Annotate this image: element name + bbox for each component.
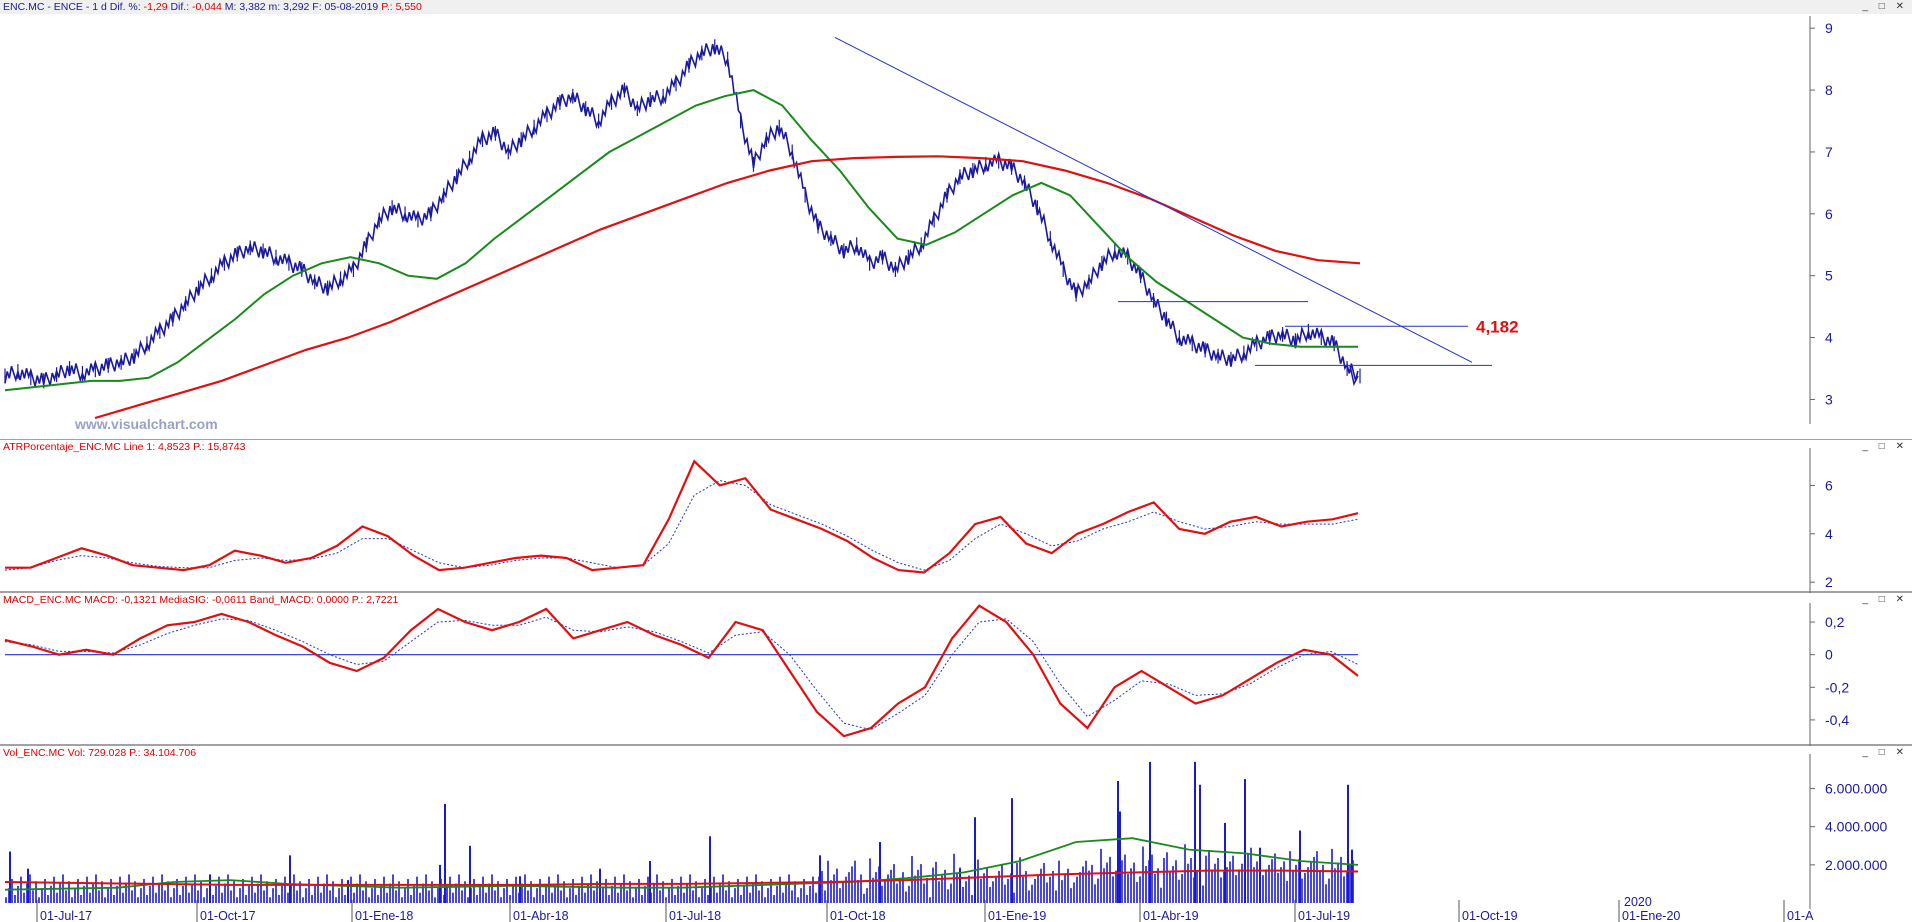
atr-y-tick-label: 2: [1825, 574, 1833, 590]
atr-y-tick-label: 6: [1825, 477, 1833, 493]
price-y-tick-label: 4: [1825, 330, 1833, 346]
macd-y-tick-label: 0,2: [1825, 614, 1845, 630]
x-tick-label: 01-Abr-19: [1143, 909, 1199, 922]
downtrend-line: [834, 37, 1473, 363]
price-y-tick-label: 6: [1825, 206, 1833, 222]
vol-y-tick-label: 2.000.000: [1825, 857, 1887, 873]
price-y-tick-label: 8: [1825, 82, 1833, 98]
macd-chart: 0,20-0,2-0,4-0,6: [0, 603, 1912, 746]
vol-y-tick-label: 6.000.000: [1825, 781, 1887, 797]
x-tick-label: 01-Ene-19: [988, 909, 1046, 922]
sma-slow-line: [94, 155, 1361, 420]
volume-chart: 2.000.000 4.000.000 6.000.000 01-Jul-17 01-O…: [4, 754, 1887, 922]
watermark: www.visualchart.com: [74, 416, 218, 432]
sma-fast-line: [4, 89, 1358, 392]
x-tick-label: 01-A: [1787, 909, 1814, 922]
price-y-tick-label: 7: [1825, 144, 1833, 160]
macd-y-tick-label: 0: [1825, 647, 1833, 663]
macd-signal-line: [4, 616, 1359, 731]
level-annotation: 4,182: [1476, 317, 1519, 336]
atr-signal-line: [4, 480, 1359, 571]
x-tick-label: 01-Ene-20: [1622, 909, 1680, 922]
year-label: 2020: [1624, 895, 1652, 909]
x-tick-label: 01-Oct-19: [1462, 909, 1518, 922]
price-y-tick-label: 3: [1825, 391, 1833, 407]
atr-y-tick-label: 4: [1825, 526, 1833, 542]
macd-line: [4, 604, 1359, 738]
atr-chart: 2 4 6: [0, 448, 1912, 593]
atr-pane: ATRPorcentaje_ENC.MC Line 1: 4,8523 P.: …: [0, 440, 1912, 593]
price-y-tick-label: 5: [1825, 268, 1833, 284]
x-tick-label: 01-Ene-18: [355, 909, 413, 922]
price-y-tick-label: 9: [1825, 20, 1833, 36]
x-tick-label: 01-Jul-19: [1298, 909, 1350, 922]
atr-line: [5, 459, 1359, 574]
price-series: [4, 43, 1359, 387]
price-chart: 3 4 5 6 7 8 9 4,182 www.visualchart.com: [0, 16, 1912, 441]
x-tick-label: 01-Jul-18: [669, 909, 721, 922]
x-tick-label: 01-Abr-18: [513, 909, 569, 922]
macd-pane: MACD_ENC.MC MACD: -0,1321 MediaSIG: -0,0…: [0, 593, 1912, 746]
x-tick-label: 01-Oct-17: [200, 909, 256, 922]
macd-y-tick-label: -0,4: [1825, 712, 1849, 728]
volume-pane: Vol_ENC.MC Vol: 729.028 P.: 34.104.706 _…: [0, 746, 1912, 922]
vol-y-tick-label: 4.000.000: [1825, 819, 1887, 835]
x-tick-label: 01-Jul-17: [40, 909, 92, 922]
x-tick-label: 01-Oct-18: [830, 909, 886, 922]
price-pane: ENC.MC - ENCE - 1 d Dif. %: -1,29 Dif.: …: [0, 0, 1912, 447]
macd-y-tick-label: -0,2: [1825, 679, 1849, 695]
